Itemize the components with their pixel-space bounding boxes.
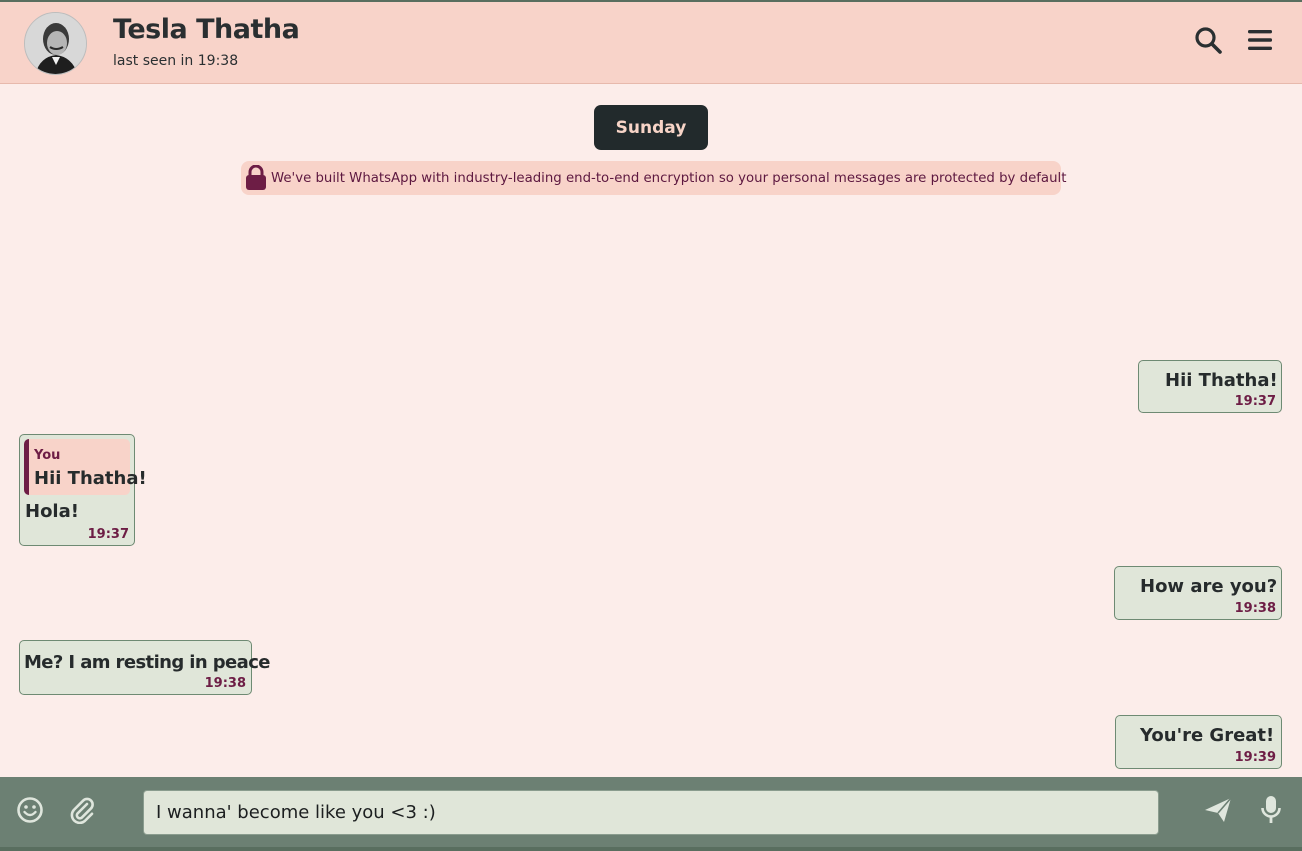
- quoted-message[interactable]: You Hii Thatha!: [24, 439, 147, 495]
- send-icon[interactable]: [1201, 793, 1235, 827]
- message-bubble-outgoing[interactable]: You're Great! 19:39: [1115, 715, 1282, 769]
- message-bubble-outgoing[interactable]: How are you? 19:38: [1114, 566, 1282, 620]
- chat-window: Tesla Thatha last seen in 19:38 Sunday W…: [0, 2, 1302, 847]
- message-text: Hola!: [25, 501, 79, 522]
- paperclip-icon[interactable]: [65, 793, 99, 827]
- message-text: How are you?: [1140, 576, 1278, 597]
- quoted-author: You: [34, 448, 61, 463]
- lock-icon: [245, 165, 267, 191]
- menu-icon[interactable]: [1244, 24, 1276, 56]
- encryption-notice-text: We've built WhatsApp with industry-leadi…: [271, 170, 1067, 186]
- search-icon[interactable]: [1192, 24, 1224, 56]
- message-time: 19:39: [1234, 750, 1276, 765]
- day-separator: Sunday: [594, 105, 708, 150]
- message-text: Me? I am resting in peace: [24, 652, 270, 673]
- contact-name[interactable]: Tesla Thatha: [113, 14, 300, 45]
- message-bubble-incoming[interactable]: Me? I am resting in peace 19:38: [19, 640, 270, 695]
- message-time: 19:37: [87, 527, 129, 542]
- quoted-text: Hii Thatha!: [34, 468, 147, 489]
- chat-header: Tesla Thatha last seen in 19:38: [0, 2, 1302, 84]
- message-time: 19:38: [1234, 601, 1276, 616]
- message-bubble-outgoing[interactable]: Hii Thatha! 19:37: [1138, 360, 1282, 413]
- message-input[interactable]: [143, 790, 1159, 835]
- avatar[interactable]: [24, 12, 87, 75]
- message-bubble-incoming[interactable]: You Hii Thatha! Hola! 19:37: [19, 434, 147, 546]
- compose-bar: [0, 777, 1302, 847]
- encryption-notice[interactable]: We've built WhatsApp with industry-leadi…: [241, 161, 1066, 195]
- last-seen-status: last seen in 19:38: [113, 53, 239, 69]
- message-time: 19:37: [1234, 394, 1276, 409]
- message-list[interactable]: Sunday We've built WhatsApp with industr…: [0, 84, 1302, 777]
- message-time: 19:38: [204, 676, 246, 691]
- message-text: You're Great!: [1140, 725, 1275, 746]
- emoji-icon[interactable]: [13, 793, 47, 827]
- message-text: Hii Thatha!: [1165, 370, 1278, 391]
- microphone-icon[interactable]: [1254, 793, 1288, 827]
